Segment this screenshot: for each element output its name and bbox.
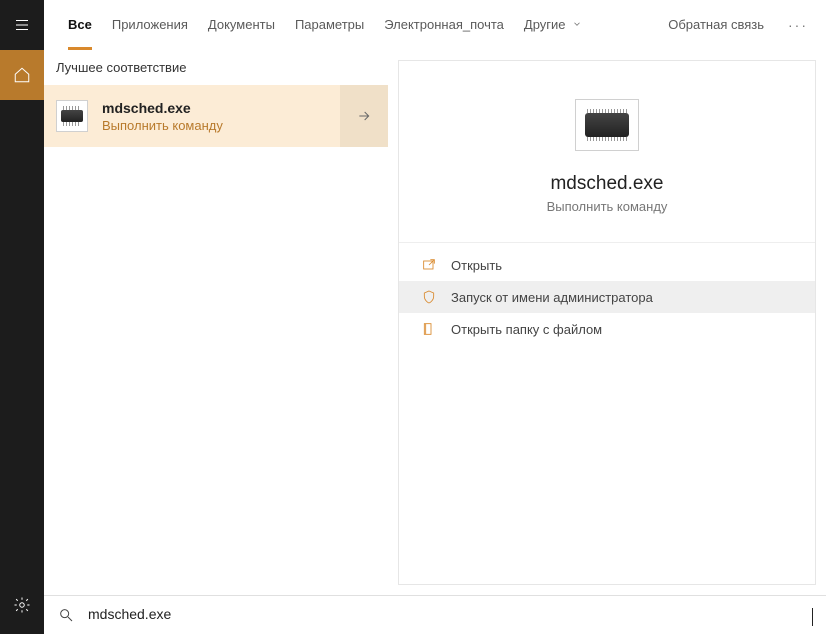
search-input[interactable] — [88, 606, 269, 622]
tab-all[interactable]: Все — [68, 0, 92, 50]
results-column: Лучшее соответствие mdsched.exe Выполнит… — [44, 50, 388, 595]
settings-button[interactable] — [0, 580, 44, 630]
action-open-folder-label: Открыть папку с файлом — [451, 322, 602, 337]
tab-more-label: Другие — [524, 17, 566, 32]
tab-documents[interactable]: Документы — [208, 0, 275, 50]
more-options-button[interactable]: ··· — [788, 17, 808, 33]
action-open[interactable]: Открыть — [399, 249, 815, 281]
home-button[interactable] — [0, 50, 44, 100]
best-match-header: Лучшее соответствие — [44, 50, 388, 85]
best-match-result: mdsched.exe Выполнить команду — [44, 85, 388, 147]
detail-panel: mdsched.exe Выполнить команду Открыть За… — [398, 60, 816, 585]
chevron-down-icon — [572, 17, 582, 32]
tab-apps[interactable]: Приложения — [112, 0, 188, 50]
chip-icon — [56, 100, 88, 132]
feedback-link[interactable]: Обратная связь — [668, 17, 764, 32]
detail-title: mdsched.exe — [550, 173, 663, 195]
open-icon — [421, 257, 437, 273]
tab-more[interactable]: Другие — [524, 0, 582, 50]
shield-icon — [421, 289, 437, 305]
left-sidebar — [0, 0, 44, 634]
result-title: mdsched.exe — [102, 100, 223, 116]
detail-chip-icon — [575, 99, 639, 151]
result-subtitle: Выполнить команду — [102, 118, 223, 133]
search-icon — [58, 607, 74, 623]
menu-button[interactable] — [0, 0, 44, 50]
tab-email[interactable]: Электронная_почта — [384, 0, 504, 50]
folder-icon — [421, 321, 437, 337]
action-open-label: Открыть — [451, 258, 502, 273]
gear-icon — [13, 596, 31, 614]
detail-subtitle: Выполнить команду — [547, 199, 668, 214]
search-bar — [44, 595, 826, 634]
home-icon — [13, 66, 31, 84]
hamburger-icon — [13, 16, 31, 34]
action-open-folder[interactable]: Открыть папку с файлом — [399, 313, 815, 345]
arrow-right-icon — [356, 108, 372, 124]
tab-settings[interactable]: Параметры — [295, 0, 364, 50]
expand-result-button[interactable] — [340, 85, 388, 147]
detail-actions: Открыть Запуск от имени администратора О… — [399, 243, 815, 351]
filter-tabs: Все Приложения Документы Параметры Элект… — [44, 0, 826, 50]
action-run-as-admin[interactable]: Запуск от имени администратора — [399, 281, 815, 313]
action-run-as-admin-label: Запуск от имени администратора — [451, 290, 653, 305]
result-item[interactable]: mdsched.exe Выполнить команду — [44, 100, 340, 133]
ellipsis-icon: ··· — [788, 17, 808, 33]
detail-column: mdsched.exe Выполнить команду Открыть За… — [388, 50, 826, 595]
